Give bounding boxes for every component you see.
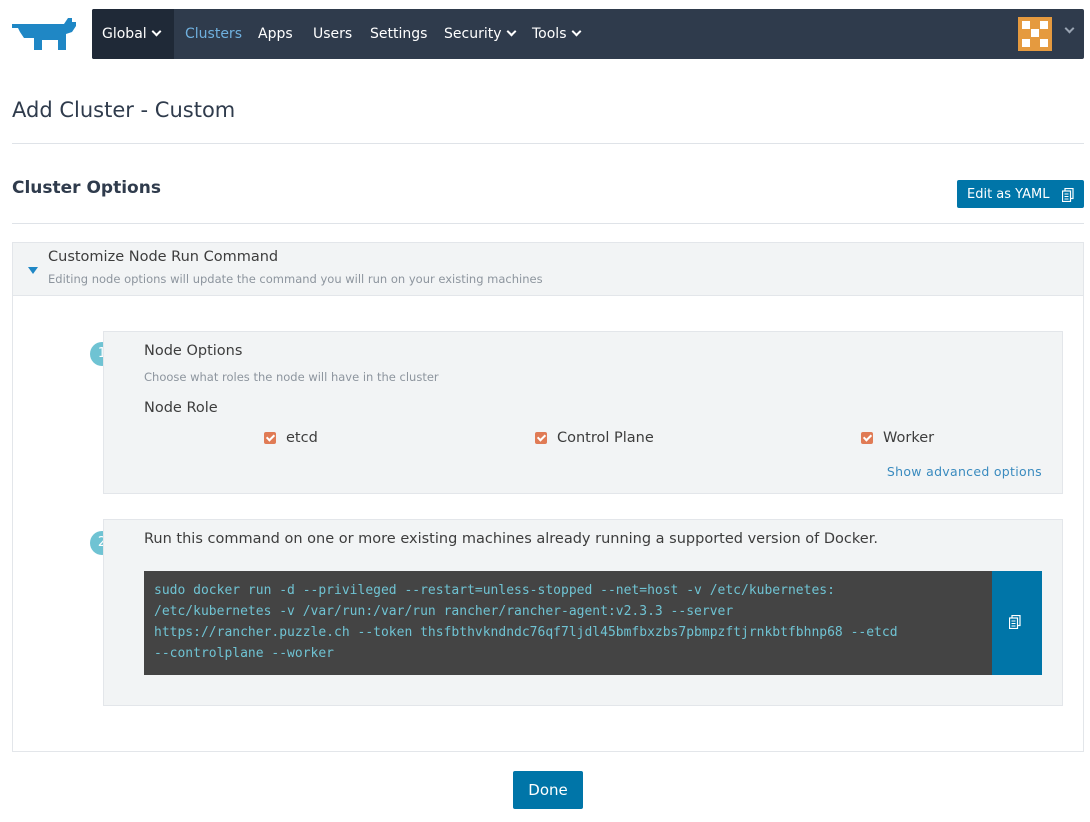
copy-icon: [1009, 615, 1021, 629]
checkbox-label: etcd: [286, 430, 318, 446]
node-options-title: Node Options: [144, 343, 243, 359]
nav-users[interactable]: Users: [313, 9, 352, 59]
node-role-label: Node Role: [144, 400, 218, 416]
run-command-box: Run this command on one or more existing…: [103, 519, 1063, 706]
edit-as-yaml-button[interactable]: Edit as YAML: [957, 180, 1084, 208]
nav-clusters[interactable]: Clusters: [185, 9, 242, 59]
accordion-subtitle: Editing node options will update the com…: [48, 272, 543, 286]
section-title: Cluster Options: [12, 178, 161, 198]
chevron-down-icon[interactable]: [1064, 23, 1075, 34]
accordion-header[interactable]: Customize Node Run Command Editing node …: [13, 243, 1083, 296]
command-line: --controlplane --worker: [154, 646, 335, 661]
done-button[interactable]: Done: [513, 771, 583, 809]
show-advanced-options-link[interactable]: Show advanced options: [887, 464, 1042, 479]
command-line: https://rancher.puzzle.ch --token thsfbt…: [154, 625, 898, 640]
rancher-logo[interactable]: [12, 14, 80, 54]
nav-security[interactable]: Security: [444, 9, 516, 59]
nav-tools[interactable]: Tools: [532, 9, 581, 59]
divider: [12, 143, 1084, 144]
checkbox-checked-icon[interactable]: [264, 432, 276, 444]
caret-down-icon[interactable]: [28, 267, 38, 274]
global-label: Global: [102, 26, 147, 42]
nav-tools-label: Tools: [532, 26, 567, 42]
checkbox-checked-icon[interactable]: [535, 432, 547, 444]
global-scope-dropdown[interactable]: Global: [92, 9, 174, 59]
divider: [12, 223, 1084, 224]
run-command-instruction: Run this command on one or more existing…: [144, 531, 878, 547]
command-line: /etc/kubernetes -v /var/run:/var/run ran…: [154, 604, 734, 619]
page-title: Add Cluster - Custom: [12, 98, 236, 122]
user-avatar[interactable]: [1018, 17, 1052, 51]
nav-security-label: Security: [444, 26, 502, 42]
node-options-box: Node Options Choose what roles the node …: [103, 331, 1063, 494]
command-line: sudo docker run -d --privileged --restar…: [154, 583, 835, 598]
command-block[interactable]: sudo docker run -d --privileged --restar…: [144, 571, 993, 675]
top-navbar: Global Clusters Apps Users Settings Secu…: [92, 9, 1084, 59]
chevron-down-icon: [571, 26, 581, 37]
chevron-down-icon: [506, 26, 516, 37]
nav-apps[interactable]: Apps: [258, 9, 293, 59]
nav-settings[interactable]: Settings: [370, 9, 427, 59]
accordion-title: Customize Node Run Command: [48, 249, 279, 265]
checkbox-label: Worker: [883, 430, 935, 446]
checkbox-checked-icon[interactable]: [861, 432, 873, 444]
edit-as-yaml-label: Edit as YAML: [967, 186, 1050, 202]
chevron-down-icon: [151, 26, 162, 37]
copy-command-button[interactable]: [992, 571, 1042, 675]
node-options-subtitle: Choose what roles the node will have in …: [144, 370, 439, 384]
checkbox-label: Control Plane: [557, 430, 654, 446]
copy-icon: [1062, 188, 1074, 202]
